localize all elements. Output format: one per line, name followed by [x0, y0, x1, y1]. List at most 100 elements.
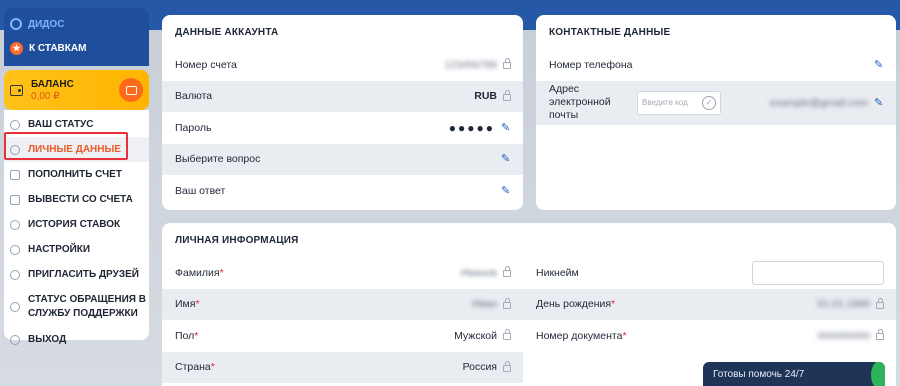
- row-key: Валюта: [175, 90, 213, 103]
- menu-label: СТАТУС ОБРАЩЕНИЯ В СЛУЖБУ ПОДДЕРЖКИ: [28, 294, 146, 319]
- row-value: ●●●●●: [448, 120, 495, 135]
- row-key: Фамилия: [175, 266, 220, 279]
- menu-item-bet-history[interactable]: ИСТОРИЯ СТАВОК: [4, 212, 149, 237]
- nickname-input[interactable]: [752, 260, 884, 285]
- settings-icon: [10, 244, 20, 255]
- lock-icon: [503, 58, 511, 70]
- verification-code-input[interactable]: Введите код ✓: [637, 90, 721, 115]
- edit-phone-icon[interactable]: ✎: [874, 59, 884, 70]
- menu-item-deposit[interactable]: ПОПОЛНИТЬ СЧЕТ: [4, 162, 149, 187]
- edit-question-icon[interactable]: ✎: [501, 154, 511, 165]
- back-to-bets-link[interactable]: ★ К СТАВКАМ: [10, 42, 141, 55]
- balance-label: БАЛАНС: [31, 78, 74, 90]
- personal-row: Пол* Мужской: [162, 320, 523, 352]
- row-key: Адрес электронной почты: [549, 83, 611, 121]
- wallet-icon: [10, 84, 23, 96]
- profile-icon: [10, 18, 22, 30]
- check-icon[interactable]: ✓: [702, 95, 716, 110]
- menu-label: ИСТОРИЯ СТАВОК: [28, 219, 121, 230]
- user-icon: [10, 144, 20, 155]
- online-indicator: [871, 362, 885, 386]
- account-row: Валюта RUB: [162, 80, 523, 112]
- support-chat-widget[interactable]: Готовы помочь 24/7: [703, 362, 885, 386]
- row-value: 123456789: [444, 58, 497, 71]
- row-key: Никнейм: [536, 266, 579, 279]
- account-row: Номер счета 123456789: [162, 49, 523, 81]
- code-placeholder: Введите код: [642, 98, 688, 107]
- lock-icon: [503, 360, 511, 372]
- menu-item-support-status[interactable]: СТАТУС ОБРАЩЕНИЯ В СЛУЖБУ ПОДДЕРЖКИ: [4, 287, 149, 327]
- account-card: ДАННЫЕ АККАУНТА Номер счета 123456789 Ва…: [162, 15, 523, 210]
- personal-row: Номер документа* 000000000: [523, 320, 896, 352]
- chat-label: Готовы помочь 24/7: [713, 369, 805, 380]
- row-key: День рождения: [536, 298, 612, 311]
- row-key: Номер телефона: [549, 58, 633, 71]
- row-value: RUB: [474, 90, 497, 103]
- card-title: ДАННЫЕ АККАУНТА: [175, 26, 279, 38]
- contact-row: Адрес электронной почты Введите код ✓ ex…: [536, 80, 896, 125]
- brand[interactable]: ДИДОС: [10, 16, 141, 32]
- row-key: Выберите вопрос: [175, 153, 261, 166]
- edit-password-icon[interactable]: ✎: [501, 122, 511, 133]
- personal-row: Страна* Россия: [162, 351, 523, 383]
- menu-item-status[interactable]: ВАШ СТАТУС: [4, 112, 149, 137]
- lock-icon: [876, 297, 884, 309]
- card-title: КОНТАКТНЫЕ ДАННЫЕ: [549, 26, 671, 38]
- personal-row: Фамилия* Иванов: [162, 257, 523, 289]
- friends-icon: [10, 269, 20, 280]
- menu-item-logout[interactable]: ВЫХОД: [4, 327, 149, 352]
- menu-label: ЛИЧНЫЕ ДАННЫЕ: [28, 144, 121, 155]
- row-key: Ваш ответ: [175, 184, 226, 197]
- row-key: Страна: [175, 361, 211, 374]
- row-key: Номер счета: [175, 58, 237, 71]
- sidebar: ДИДОС ★ К СТАВКАМ БАЛАНС 0,00 ₽ ВАШ СТАТ…: [4, 8, 149, 345]
- row-value: 01.01.1990: [817, 298, 870, 311]
- row-key: Номер документа: [536, 329, 623, 342]
- row-key: Пароль: [175, 121, 212, 134]
- menu-item-settings[interactable]: НАСТРОЙКИ: [4, 237, 149, 262]
- menu-label: ВАШ СТАТУС: [28, 119, 94, 130]
- menu-label: ПОПОЛНИТЬ СЧЕТ: [28, 169, 122, 180]
- lock-icon: [503, 329, 511, 341]
- brand-label: ДИДОС: [28, 18, 65, 30]
- lock-icon: [503, 297, 511, 309]
- lock-icon: [876, 329, 884, 341]
- menu-item-personal-data[interactable]: ЛИЧНЫЕ ДАННЫЕ: [4, 137, 149, 162]
- menu-label: ВЫВЕСТИ СО СЧЕТА: [28, 194, 133, 205]
- menu-label: НАСТРОЙКИ: [28, 244, 91, 255]
- email-value: example@gmail.com: [769, 96, 868, 109]
- clock-icon: [10, 219, 20, 230]
- personal-row: День рождения* 01.01.1990: [523, 288, 896, 320]
- lock-icon: [503, 89, 511, 101]
- account-row: Пароль ●●●●● ✎: [162, 112, 523, 144]
- contact-row: Номер телефона ✎: [536, 49, 896, 81]
- edit-email-icon[interactable]: ✎: [874, 97, 884, 108]
- balance-amount: 0,00 ₽: [31, 90, 60, 102]
- menu-label: ВЫХОД: [28, 334, 67, 345]
- personal-row: Имя* Иван: [162, 288, 523, 320]
- back-label: К СТАВКАМ: [29, 43, 87, 54]
- row-value: Иванов: [460, 266, 497, 279]
- card-title: ЛИЧНАЯ ИНФОРМАЦИЯ: [175, 234, 299, 246]
- menu-item-withdraw[interactable]: ВЫВЕСТИ СО СЧЕТА: [4, 187, 149, 212]
- sidebar-menu: ВАШ СТАТУС ЛИЧНЫЕ ДАННЫЕ ПОПОЛНИТЬ СЧЕТ …: [4, 110, 149, 345]
- contacts-card: КОНТАКТНЫЕ ДАННЫЕ Номер телефона ✎ Адрес…: [536, 15, 896, 210]
- account-row: Выберите вопрос ✎: [162, 143, 523, 175]
- row-value: 000000000: [817, 329, 870, 342]
- personal-row: Никнейм: [523, 257, 896, 289]
- withdraw-icon: [10, 194, 20, 205]
- edit-answer-icon[interactable]: ✎: [501, 185, 511, 196]
- lock-icon: [503, 266, 511, 278]
- menu-item-invite-friends[interactable]: ПРИГЛАСИТЬ ДРУЗЕЙ: [4, 262, 149, 287]
- row-value: Мужской: [454, 329, 497, 342]
- gear-icon: [10, 119, 20, 130]
- support-icon: [10, 302, 20, 312]
- wallet-icon: [10, 169, 20, 180]
- wallet-add-icon: [125, 85, 137, 95]
- deposit-button[interactable]: [119, 78, 143, 102]
- row-value: Иван: [472, 298, 497, 311]
- row-value: Россия: [462, 361, 497, 374]
- account-row: Ваш ответ ✎: [162, 175, 523, 207]
- row-key: Пол: [175, 329, 195, 342]
- balance-panel: БАЛАНС 0,00 ₽: [4, 70, 149, 110]
